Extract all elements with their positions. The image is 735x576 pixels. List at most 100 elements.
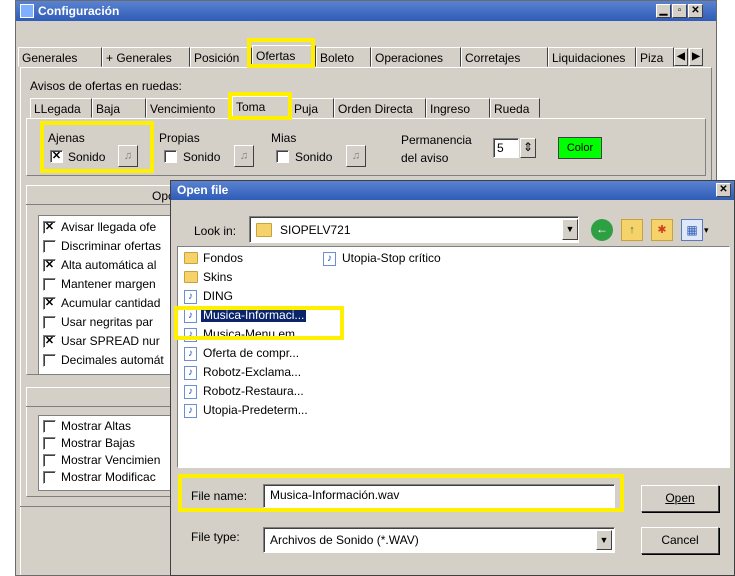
subtab-toma[interactable]: Toma [232, 96, 290, 118]
permanencia-spinner-icon[interactable]: ⇕ [520, 138, 536, 158]
permanencia-label: Permanencia [401, 133, 472, 147]
ajenas-sonido-label: Sonido [68, 150, 106, 164]
option-checkbox[interactable]: ✕ [43, 297, 56, 310]
sound-file-icon: ♪ [184, 347, 197, 361]
file-type-dropdown-icon[interactable]: ▼ [596, 530, 612, 550]
minimize-icon[interactable]: ▁ [656, 4, 671, 18]
subtab-vencimiento[interactable]: Vencimiento [146, 98, 232, 118]
option-checkbox[interactable]: ✕ [43, 335, 56, 348]
subtab-llegada[interactable]: LLegada [30, 98, 92, 118]
mias-sonido-label: Sonido [295, 150, 333, 164]
sound-file-icon: ♪ [184, 366, 197, 380]
file-type-label: File type: [191, 530, 240, 544]
sound-file-icon: ♪ [184, 404, 197, 418]
ajenas-sonido-checkbox[interactable]: ✕ [50, 150, 63, 163]
mostrar-label: Mostrar Altas [61, 419, 132, 433]
mias-sonido-checkbox[interactable] [276, 150, 289, 163]
folder-icon [256, 223, 272, 237]
file-type-select[interactable]: Archivos de Sonido (*.WAV) [263, 527, 615, 553]
option-label: Decimales automát [61, 353, 164, 367]
propias-sonido-checkbox[interactable] [164, 150, 177, 163]
mias-label: Mias [271, 131, 297, 145]
option-label: Usar SPREAD nur [61, 334, 160, 348]
subtab-ingreso[interactable]: Ingreso [426, 98, 490, 118]
folder-icon [184, 271, 198, 283]
option-label: Discriminar ofertas [61, 239, 162, 253]
mostrar-label: Mostrar Modificac [61, 470, 156, 484]
look-in-select[interactable]: SIOPELV721 [249, 216, 579, 243]
propias-sound-icon[interactable]: ♫ [234, 145, 254, 167]
option-label: Acumular cantidad [61, 296, 161, 310]
app-icon [20, 4, 34, 18]
open-file-dialog: Open file ✕ Look in: SIOPELV721 ▼ ← ↑ ✱ … [170, 180, 735, 576]
option-checkbox[interactable] [43, 316, 56, 329]
sound-file-icon: ♪ [184, 328, 197, 342]
mostrar-label: Mostrar Bajas [61, 436, 136, 450]
file-name-text: Utopia-Stop crítico [342, 251, 441, 265]
sound-file-icon: ♪ [184, 385, 197, 399]
file-name-input[interactable]: Musica-Información.wav [263, 484, 615, 508]
tab-scroll-left-icon[interactable]: ◀ [674, 48, 688, 66]
close-icon[interactable]: ✕ [688, 4, 703, 18]
file-name-text: DING [203, 289, 233, 303]
tab-scroll-right-icon[interactable]: ▶ [689, 48, 703, 66]
ajenas-label: Ajenas [48, 131, 85, 145]
dialog-title: Open file [177, 183, 229, 197]
tab-generales[interactable]: + Generales [102, 47, 190, 67]
option-checkbox[interactable] [43, 278, 56, 291]
file-name-text: Robotz-Restaura... [203, 384, 304, 398]
mostrar-checkbox[interactable] [43, 471, 56, 484]
sound-file-icon: ♪ [184, 309, 197, 323]
look-in-dropdown-icon[interactable]: ▼ [562, 219, 578, 240]
look-in-value: SIOPELV721 [280, 223, 351, 237]
tab-liquidaciones[interactable]: Liquidaciones [548, 47, 636, 67]
up-folder-icon[interactable]: ↑ [621, 219, 643, 241]
file-name-text: Oferta de compr... [203, 346, 300, 360]
subtab-baja[interactable]: Baja [92, 98, 146, 118]
option-label: Avisar llegada ofe [61, 220, 157, 234]
avisos-label: Avisos de ofertas en ruedas: [30, 79, 182, 93]
option-label: Mantener margen [61, 277, 156, 291]
cancel-button[interactable]: Cancel [641, 527, 719, 554]
view-dropdown-icon[interactable]: ▾ [704, 225, 709, 236]
option-checkbox[interactable] [43, 240, 56, 253]
option-label: Alta automática al [61, 258, 157, 272]
propias-sonido-label: Sonido [183, 150, 221, 164]
tab-operaciones[interactable]: Operaciones [371, 47, 461, 67]
subtab-puja[interactable]: Puja [290, 98, 334, 118]
dialog-close-icon[interactable]: ✕ [716, 183, 731, 197]
file-name-text: Skins [203, 270, 233, 284]
subtab-rueda[interactable]: Rueda [490, 98, 540, 118]
tab-posici-n[interactable]: Posición [190, 47, 252, 67]
permanencia-label-2: del aviso [401, 151, 449, 165]
mostrar-label: Mostrar Vencimien [61, 453, 161, 467]
sound-file-icon: ♪ [323, 252, 336, 266]
new-folder-icon[interactable]: ✱ [651, 219, 673, 241]
tab-boleto[interactable]: Boleto [316, 47, 371, 67]
view-menu-icon[interactable]: ▦ [681, 219, 703, 241]
window-title: Configuración [38, 4, 120, 18]
file-name-text: Musica-Informaci... [201, 308, 307, 322]
ajenas-sound-icon[interactable]: ♫ [118, 145, 138, 167]
maximize-icon[interactable]: ▫ [672, 4, 687, 18]
option-checkbox[interactable]: ✕ [43, 221, 56, 234]
mostrar-checkbox[interactable] [43, 420, 56, 433]
subtab-orden-directa[interactable]: Orden Directa [334, 98, 426, 118]
option-checkbox[interactable] [43, 354, 56, 367]
file-name-text: Musica-Menu em... [203, 327, 306, 341]
tab-piza[interactable]: Piza [636, 47, 674, 67]
color-button[interactable]: Color [558, 137, 602, 159]
option-checkbox[interactable]: ✕ [43, 259, 56, 272]
folder-icon [184, 252, 198, 264]
sound-file-icon: ♪ [184, 290, 197, 304]
mostrar-checkbox[interactable] [43, 454, 56, 467]
mias-sound-icon[interactable]: ♫ [346, 145, 366, 167]
tab-ofertas[interactable]: Ofertas [252, 45, 316, 67]
back-icon[interactable]: ← [591, 219, 613, 241]
tab-corretajes[interactable]: Corretajes [461, 47, 548, 67]
file-name-text: Robotz-Exclama... [203, 365, 302, 379]
open-button[interactable]: Open [641, 485, 719, 512]
permanencia-input[interactable]: 5 [493, 138, 519, 158]
tab-generales[interactable]: Generales [18, 47, 102, 67]
mostrar-checkbox[interactable] [43, 437, 56, 450]
